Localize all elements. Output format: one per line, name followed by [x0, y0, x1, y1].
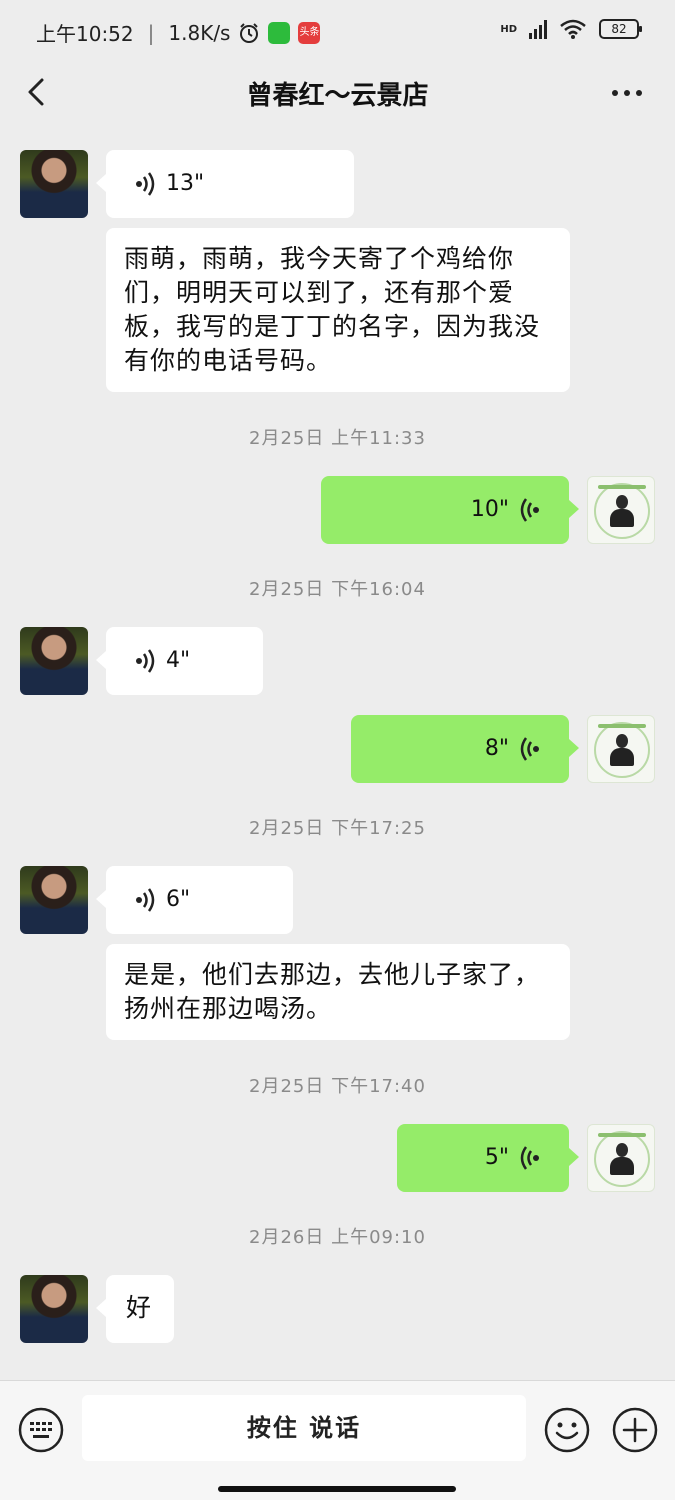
emoji-icon[interactable]: [544, 1407, 590, 1453]
voice-message-out[interactable]: 10": [321, 476, 579, 544]
timestamp: 2月25日 上午11:33: [249, 428, 426, 449]
home-indicator[interactable]: [218, 1486, 456, 1492]
text-message-in[interactable]: 好: [96, 1275, 174, 1343]
status-separator: |: [147, 20, 155, 45]
keyboard-icon[interactable]: [18, 1407, 64, 1453]
contact-avatar[interactable]: [20, 1275, 88, 1343]
wifi-icon: [560, 19, 586, 39]
voice-message-out[interactable]: 8": [351, 715, 579, 783]
voice-message-in[interactable]: 6": [96, 866, 293, 934]
timestamp: 2月25日 下午16:04: [249, 579, 426, 600]
plus-icon[interactable]: [612, 1407, 658, 1453]
voice-wave-icon: [136, 649, 155, 673]
toutiao-notification-icon: 头条: [298, 21, 321, 44]
voice-wave-icon: [136, 172, 155, 196]
voice-wave-icon: [136, 888, 155, 912]
timestamp: 2月25日 下午17:40: [249, 1076, 426, 1097]
hold-to-talk-button[interactable]: 按住 说话: [82, 1395, 526, 1461]
voice-wave-icon: [520, 1146, 539, 1170]
my-avatar[interactable]: [587, 476, 655, 544]
contact-avatar[interactable]: [20, 866, 88, 934]
my-avatar[interactable]: [587, 1124, 655, 1192]
contact-avatar[interactable]: [20, 150, 88, 218]
voice-duration: 10": [470, 497, 509, 522]
voice-duration: 6": [166, 887, 191, 912]
ellipsis-icon[interactable]: [609, 78, 645, 108]
battery-indicator: 82: [599, 19, 642, 39]
voice-wave-icon: [520, 498, 539, 522]
timestamp: 2月25日 下午17:25: [249, 818, 426, 839]
contact-avatar[interactable]: [20, 627, 88, 695]
wechat-notification-icon: [268, 21, 291, 44]
timestamp: 2月26日 上午09:10: [249, 1227, 426, 1248]
hd-label: HD: [500, 23, 517, 35]
status-right: HD 82: [500, 18, 642, 40]
voice-duration: 13": [166, 171, 205, 196]
chat-title: 曾春红～云景店: [246, 81, 429, 111]
voice-duration: 8": [484, 736, 509, 761]
nav-bar: 曾春红～云景店: [0, 62, 675, 132]
voice-wave-icon: [520, 737, 539, 761]
status-bar: 上午10:52 | 1.8K/s 头条 HD 82: [0, 0, 675, 62]
text-message-in[interactable]: 雨萌，雨萌，我今天寄了个鸡给你们，明明天可以到了，还有那个爱板，我写的是丁丁的名…: [106, 228, 570, 392]
network-speed: 1.8K/s: [168, 20, 231, 45]
alarm-icon: [240, 22, 259, 43]
status-time: 上午10:52: [36, 22, 134, 46]
voice-duration: 5": [484, 1145, 509, 1170]
status-left: 上午10:52 | 1.8K/s 头条: [36, 18, 321, 47]
voice-duration: 4": [166, 648, 191, 673]
text-message-in[interactable]: 是是，他们去那边，去他儿子家了，扬州在那边喝汤。: [106, 944, 570, 1040]
input-bar: 按住 说话: [0, 1380, 675, 1500]
signal-icon: [529, 19, 547, 39]
chat-area[interactable]: 13" 雨萌，雨萌，我今天寄了个鸡给你们，明明天可以到了，还有那个爱板，我写的是…: [0, 132, 675, 1380]
voice-message-in[interactable]: 13": [96, 150, 354, 218]
voice-message-out[interactable]: 5": [397, 1124, 579, 1192]
voice-message-in[interactable]: 4": [96, 627, 263, 695]
my-avatar[interactable]: [587, 715, 655, 783]
